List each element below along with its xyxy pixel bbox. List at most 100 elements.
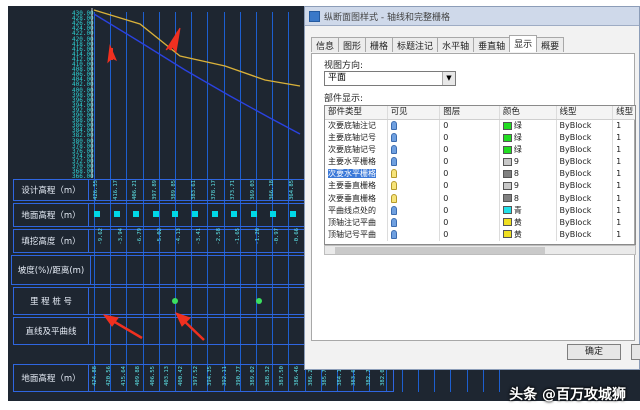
visible-cell[interactable] (388, 156, 441, 169)
visible-cell[interactable] (388, 144, 441, 157)
color-cell[interactable]: 绿 (500, 144, 557, 157)
linetype-cell[interactable]: ByBlock (557, 192, 614, 205)
layer-cell[interactable]: 0 (440, 192, 500, 205)
lightbulb-icon[interactable] (390, 193, 397, 203)
color-cell[interactable]: 8 (500, 192, 557, 205)
table-row[interactable]: 次要底轴记号 0 绿 ByBlock 1 (325, 144, 635, 157)
table-row[interactable]: 主要底轴记号 0 绿 ByBlock 1 (325, 132, 635, 145)
lineweight-cell[interactable]: 1 (613, 156, 635, 168)
table-row[interactable]: 次要水平栅格 0 8 ByBlock 1 (325, 168, 635, 181)
visible-cell[interactable] (388, 192, 441, 205)
tab-7[interactable]: 概要 (536, 37, 565, 52)
color-cell[interactable]: 黄 (500, 228, 557, 241)
table-row[interactable]: 主要垂直栅格 0 9 ByBlock 1 (325, 180, 635, 193)
linetype-cell[interactable]: ByBlock (557, 156, 614, 169)
linetype-cell[interactable]: ByBlock (557, 120, 614, 133)
lightbulb-icon[interactable] (390, 133, 397, 143)
color-swatch (502, 206, 512, 215)
tab-4[interactable]: 水平轴 (437, 37, 475, 52)
visible-cell[interactable] (388, 228, 441, 241)
visible-cell[interactable] (388, 216, 441, 229)
visible-cell[interactable] (388, 204, 441, 217)
color-swatch (502, 133, 512, 142)
app-icon (309, 10, 320, 22)
color-cell[interactable]: 8 (500, 168, 557, 181)
lineweight-cell[interactable]: 1 (613, 120, 635, 132)
color-swatch (502, 145, 512, 154)
cancel-button-partial[interactable] (631, 344, 640, 360)
layer-cell[interactable]: 0 (440, 228, 500, 241)
table-row[interactable]: 平曲线点处的 0 青 ByBlock 1 (325, 204, 635, 217)
horizontal-scrollbar[interactable] (324, 245, 636, 255)
column-header[interactable]: 可见 (388, 106, 441, 119)
column-header[interactable]: 线型 (613, 106, 635, 119)
lineweight-cell[interactable]: 1 (613, 144, 635, 156)
color-cell[interactable]: 黄 (500, 216, 557, 229)
lightbulb-icon[interactable] (390, 121, 397, 130)
tab-1[interactable]: 图形 (338, 37, 367, 52)
tab-0[interactable]: 信息 (311, 37, 340, 52)
profile-style-dialog: 纵断面图样式 - 轴线和完整栅格 信息 图形 栅格 标题注记 水平轴 垂直轴 显示 概要 视图… (304, 6, 640, 370)
lineweight-cell[interactable]: 1 (613, 229, 635, 241)
color-cell[interactable]: 绿 (500, 120, 557, 133)
color-cell[interactable]: 绿 (500, 132, 557, 145)
tab-5[interactable]: 垂直轴 (473, 37, 511, 52)
linetype-cell[interactable]: ByBlock (557, 132, 614, 145)
component-type: 顶轴记号平曲 (325, 228, 388, 241)
color-cell[interactable]: 9 (500, 180, 557, 193)
display-panel: 视图方向: 平面 ▼ 部件显示: 部件类型 可见 图层 颜色 线型 线型 次要底轴注记 0 绿… (311, 53, 636, 341)
visible-cell[interactable] (388, 120, 441, 133)
ok-button[interactable]: 确定 (567, 344, 621, 360)
lineweight-cell[interactable]: 1 (613, 193, 635, 205)
layer-cell[interactable]: 0 (440, 204, 500, 217)
visible-cell[interactable] (388, 132, 441, 145)
lineweight-cell[interactable]: 1 (613, 217, 635, 229)
lineweight-cell[interactable]: 1 (613, 132, 635, 144)
tab-6[interactable]: 显示 (509, 35, 538, 52)
layer-cell[interactable]: 0 (440, 180, 500, 193)
color-swatch (502, 121, 512, 130)
tab-3[interactable]: 标题注记 (392, 37, 439, 52)
lightbulb-icon[interactable] (390, 217, 397, 227)
layer-cell[interactable]: 0 (440, 168, 500, 181)
tab-2[interactable]: 栅格 (365, 37, 394, 52)
lightbulb-icon[interactable] (390, 181, 397, 191)
table-row[interactable]: 顶轴注记平曲 0 黄 ByBlock 1 (325, 216, 635, 229)
linetype-cell[interactable]: ByBlock (557, 168, 614, 181)
layer-cell[interactable]: 0 (440, 132, 500, 145)
dialog-titlebar[interactable]: 纵断面图样式 - 轴线和完整栅格 (305, 7, 639, 26)
view-direction-select[interactable]: 平面 ▼ (324, 71, 456, 86)
table-row[interactable]: 次要底轴注记 0 绿 ByBlock 1 (325, 120, 635, 133)
layer-cell[interactable]: 0 (440, 216, 500, 229)
visible-cell[interactable] (388, 180, 441, 193)
layer-cell[interactable]: 0 (440, 156, 500, 169)
column-header[interactable]: 部件类型 (325, 106, 388, 119)
color-cell[interactable]: 9 (500, 156, 557, 169)
chevron-down-icon[interactable]: ▼ (442, 72, 455, 85)
linetype-cell[interactable]: ByBlock (557, 216, 614, 229)
lightbulb-icon[interactable] (390, 205, 397, 215)
linetype-cell[interactable]: ByBlock (557, 180, 614, 193)
linetype-cell[interactable]: ByBlock (557, 144, 614, 157)
linetype-cell[interactable]: ByBlock (557, 228, 614, 241)
column-header[interactable]: 颜色 (500, 106, 557, 119)
column-header[interactable]: 图层 (440, 106, 500, 119)
table-row[interactable]: 次要垂直栅格 0 8 ByBlock 1 (325, 192, 635, 205)
lightbulb-icon[interactable] (390, 157, 397, 167)
scroll-thumb[interactable] (335, 247, 545, 254)
visible-cell[interactable] (388, 168, 441, 181)
lineweight-cell[interactable]: 1 (613, 205, 635, 217)
lightbulb-icon[interactable] (390, 169, 397, 179)
color-cell[interactable]: 青 (500, 204, 557, 217)
color-swatch (502, 169, 512, 178)
layer-cell[interactable]: 0 (440, 120, 500, 133)
lightbulb-icon[interactable] (390, 145, 397, 155)
table-row[interactable]: 主要水平栅格 0 9 ByBlock 1 (325, 156, 635, 169)
lineweight-cell[interactable]: 1 (613, 168, 635, 180)
layer-cell[interactable]: 0 (440, 144, 500, 157)
table-row[interactable]: 顶轴记号平曲 0 黄 ByBlock 1 (325, 228, 635, 241)
lineweight-cell[interactable]: 1 (613, 180, 635, 192)
column-header[interactable]: 线型 (557, 106, 614, 119)
lightbulb-icon[interactable] (390, 229, 397, 239)
linetype-cell[interactable]: ByBlock (557, 204, 614, 217)
